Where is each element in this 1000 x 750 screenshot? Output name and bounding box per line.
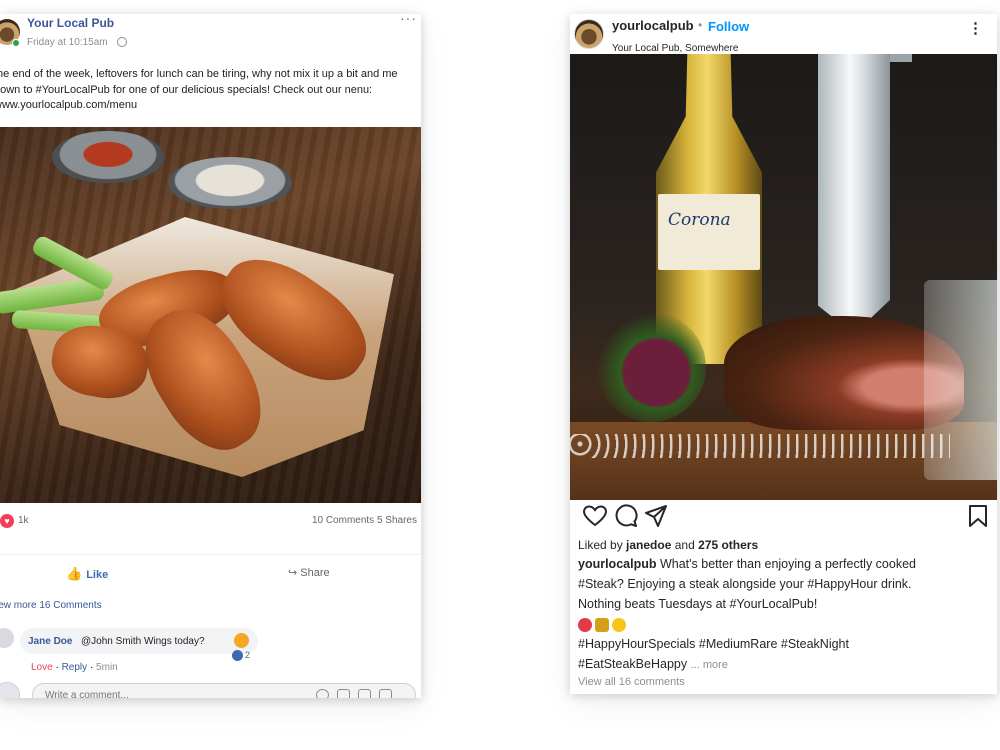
sauce-ramekin [52,131,164,183]
thumbs-up-icon: 👍 [66,566,83,581]
reaction-count[interactable]: 1k [18,515,29,526]
knife-blade [818,54,890,334]
caption-more-link[interactable]: ... more [691,659,728,671]
comment-input-icons [316,688,400,698]
sticker-icon[interactable] [379,689,392,698]
post-caption: yourlocalpub What's better than enjoying… [578,554,994,675]
comment-text: @John Smith Wings today? [81,636,205,647]
like-label: Like [86,569,109,581]
post-action-bar [570,500,997,534]
lips-emoji-icon [578,617,592,632]
garnish-herb [596,312,706,422]
username-link[interactable]: yourlocalpub [612,18,694,33]
location-link[interactable]: Your Local Pub, Somewhere [612,43,738,54]
trophy-emoji-icon [595,617,609,632]
facebook-post-card: Your Local Pub Friday at 10:15am ··· the… [0,14,421,698]
header-separator: • [698,18,703,32]
dip-ramekin [168,157,292,209]
sea-salt [570,434,950,458]
comment-reaction-number: 2 [245,650,251,660]
instagram-post-card: yourlocalpub • Follow Your Local Pub, So… [570,14,997,694]
comment-bubble: Jane Doe @John Smith Wings today? [20,628,258,654]
bottle-brand-text: Corona [668,210,731,230]
view-more-comments-link[interactable]: iew more 16 Comments [0,600,102,611]
heart-reaction-icon[interactable]: ♥ [0,514,14,528]
post-text: the end of the week, leftovers for lunch… [0,68,398,111]
caption-hashtag[interactable]: #EatSteakBeHappy [578,657,687,671]
gif-icon[interactable] [358,689,371,698]
commenter-avatar[interactable] [0,628,14,648]
comment-reaction-count[interactable]: 2 [232,650,251,662]
post-photo-chicken-wings[interactable] [0,127,421,503]
caption-line: yourlocalpub What's better than enjoying… [578,554,994,574]
emoji-icon[interactable] [316,689,329,698]
comment-time: 5min [96,662,118,673]
drink-glass [924,280,997,480]
facebook-post-header: Your Local Pub Friday at 10:15am ··· [0,14,421,58]
heart-icon[interactable] [582,504,608,528]
more-options-icon[interactable]: ··· [400,14,417,26]
share-arrow-icon: ↪ [288,567,301,579]
more-vertical-icon[interactable]: ⋮ [968,21,983,36]
bookmark-icon[interactable] [968,504,988,528]
comments-shares-count[interactable]: 10 Comments 5 Shares [312,515,417,526]
share-label: Share [300,567,330,579]
reactions-bar: ♥ 1k 10 Comments 5 Shares [0,510,421,532]
caption-emoji-line [578,614,994,634]
comment-icon[interactable] [614,504,638,528]
liked-by-and: and [674,538,695,552]
comment-meta: Love · Reply · 5min [31,662,118,673]
like-button[interactable]: 👍 Like [66,566,108,582]
page-name-link[interactable]: Your Local Pub [27,16,114,30]
post-timestamp[interactable]: Friday at 10:15am [27,37,108,48]
liked-by-user[interactable]: janedoe [626,538,671,552]
smile-emoji-icon [612,617,626,632]
current-user-avatar [0,682,20,698]
liked-by-others[interactable]: 275 others [698,538,758,552]
online-status-dot [12,39,20,47]
caption-text: What's better than enjoying a perfectly … [659,557,916,571]
liked-by-text[interactable]: Liked by janedoe and 275 others [578,538,758,552]
comment-author[interactable]: Jane Doe [28,636,72,647]
bottle-label: Corona [658,194,760,270]
emoji-icon [234,633,249,648]
camera-icon[interactable] [337,689,350,698]
caption-username[interactable]: yourlocalpub [578,557,656,571]
comment-reply-link[interactable]: Reply [62,662,88,673]
share-button[interactable]: ↪ Share [288,566,330,579]
send-icon[interactable] [644,504,668,528]
follow-button[interactable]: Follow [708,19,749,34]
caption-line: #EatSteakBeHappy ... more [578,654,994,675]
caption-hashtags[interactable]: #HappyHourSpecials #MediumRare #SteakNig… [578,634,994,654]
liked-by-prefix: Liked by [578,538,623,552]
post-action-bar: 👍 Like ↪ Share [0,554,421,594]
caption-line: #Steak? Enjoying a steak alongside your … [578,577,912,591]
comment-love-link[interactable]: Love [31,662,53,673]
caption-line: Nothing beats Tuesdays at #YourLocalPub! [578,597,818,611]
view-all-comments-link[interactable]: View all 16 comments [578,676,685,688]
profile-avatar[interactable] [574,19,604,49]
post-photo-steak[interactable]: Corona [570,54,997,500]
globe-icon [117,37,127,47]
thumbs-up-icon [232,650,243,662]
